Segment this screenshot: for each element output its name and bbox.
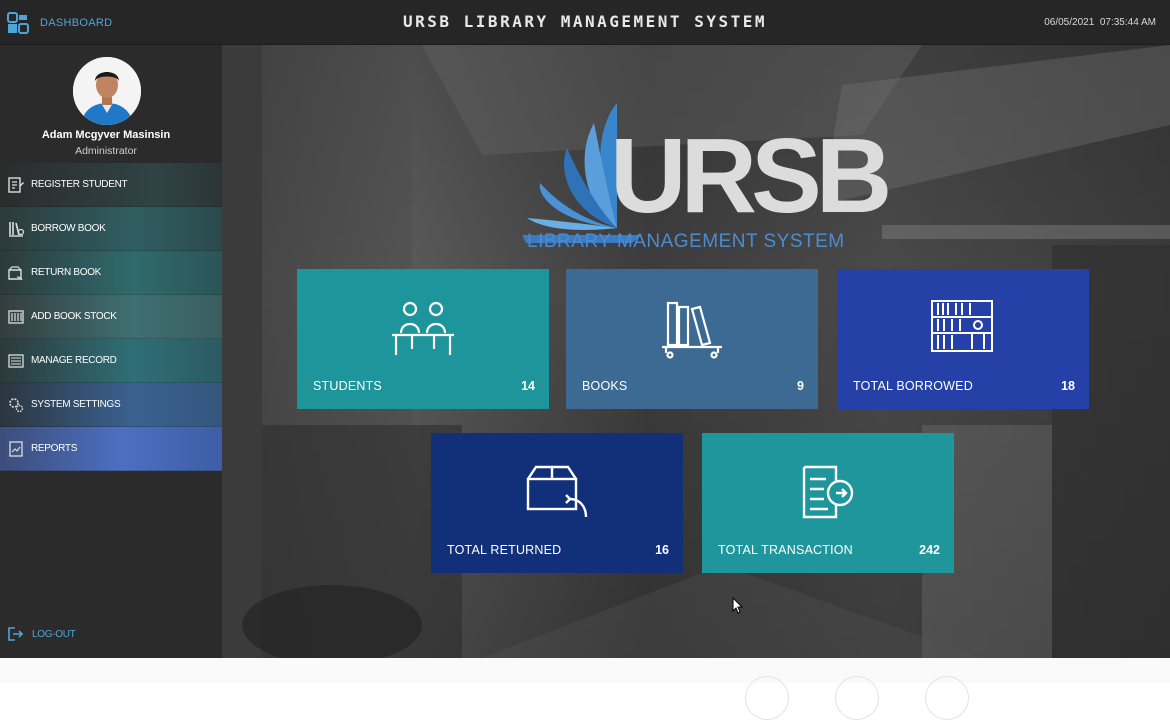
window-footer bbox=[0, 658, 1170, 720]
logo-subtitle: LIBRARY MANAGEMENT SYSTEM bbox=[527, 231, 845, 252]
time-text: 07:35:44 AM bbox=[1099, 17, 1156, 28]
sidebar-item-label: SYSTEM SETTINGS bbox=[31, 399, 121, 410]
return-book-icon bbox=[6, 263, 26, 283]
sidebar-item-label: REGISTER STUDENT bbox=[31, 179, 128, 190]
books-icon bbox=[660, 299, 724, 364]
logo-wordmark: URSB bbox=[610, 117, 892, 235]
tile-label: TOTAL TRANSACTION bbox=[718, 543, 853, 557]
tile-count: 9 bbox=[797, 379, 804, 393]
app-window: DASHBOARD URSB LIBRARY MANAGEMENT SYSTEM… bbox=[0, 0, 1170, 658]
tile-count: 14 bbox=[521, 379, 535, 393]
logout-label: LOG-OUT bbox=[32, 628, 76, 640]
date-text: 06/05/2021 bbox=[1044, 17, 1095, 28]
borrow-book-icon bbox=[6, 219, 26, 239]
sidebar-menu: REGISTER STUDENT BORROW BOOK RETURN BOOK… bbox=[0, 163, 222, 471]
tile-total-returned[interactable]: TOTAL RETURNED 16 bbox=[431, 433, 683, 573]
sidebar-item-register-student[interactable]: REGISTER STUDENT bbox=[0, 163, 222, 207]
tile-students[interactable]: STUDENTS 14 bbox=[297, 269, 549, 409]
sidebar-item-label: MANAGE RECORD bbox=[31, 355, 117, 366]
sidebar-item-label: RETURN BOOK bbox=[31, 267, 102, 278]
sidebar-item-label: BORROW BOOK bbox=[31, 223, 106, 234]
sidebar-item-borrow-book[interactable]: BORROW BOOK bbox=[0, 207, 222, 251]
register-icon bbox=[6, 175, 26, 195]
tile-books[interactable]: BOOKS 9 bbox=[566, 269, 818, 409]
sidebar-item-label: REPORTS bbox=[31, 443, 78, 454]
tile-label: STUDENTS bbox=[313, 379, 382, 393]
tile-total-borrowed[interactable]: TOTAL BORROWED 18 bbox=[837, 269, 1089, 409]
sidebar-item-system-settings[interactable]: SYSTEM SETTINGS bbox=[0, 383, 222, 427]
datetime: 06/05/2021 07:35:44 AM bbox=[1044, 17, 1156, 28]
tile-count: 242 bbox=[919, 543, 940, 557]
ursb-logo: URSB LIBRARY MANAGEMENT SYSTEM bbox=[522, 103, 892, 263]
avatar bbox=[73, 57, 141, 125]
return-box-icon bbox=[522, 463, 592, 528]
sidebar-item-add-book-stock[interactable]: ADD BOOK STOCK bbox=[0, 295, 222, 339]
tile-label: BOOKS bbox=[582, 379, 628, 393]
reports-icon bbox=[6, 439, 26, 459]
user-role: Administrator bbox=[75, 145, 137, 157]
sidebar-item-reports[interactable]: REPORTS bbox=[0, 427, 222, 471]
sidebar-item-manage-record[interactable]: MANAGE RECORD bbox=[0, 339, 222, 383]
transaction-icon bbox=[796, 463, 860, 528]
tile-label: TOTAL BORROWED bbox=[853, 379, 973, 393]
manage-record-icon bbox=[6, 351, 26, 371]
sidebar: Adam Mcgyver Masinsin Administrator REGI… bbox=[0, 45, 222, 658]
bookshelf-icon bbox=[930, 299, 996, 362]
add-stock-icon bbox=[6, 307, 26, 327]
tile-label: TOTAL RETURNED bbox=[447, 543, 562, 557]
tile-count: 16 bbox=[655, 543, 669, 557]
logout-icon bbox=[8, 627, 24, 641]
user-name: Adam Mcgyver Masinsin bbox=[41, 129, 171, 141]
sidebar-item-return-book[interactable]: RETURN BOOK bbox=[0, 251, 222, 295]
students-icon bbox=[388, 299, 458, 366]
sidebar-item-label: ADD BOOK STOCK bbox=[31, 311, 117, 322]
tile-count: 18 bbox=[1061, 379, 1075, 393]
app-title: URSB LIBRARY MANAGEMENT SYSTEM bbox=[403, 12, 767, 31]
top-bar: DASHBOARD URSB LIBRARY MANAGEMENT SYSTEM… bbox=[0, 0, 1170, 45]
mouse-cursor-icon bbox=[732, 597, 744, 614]
logout-button[interactable]: LOG-OUT bbox=[6, 625, 76, 643]
tile-total-transaction[interactable]: TOTAL TRANSACTION 242 bbox=[702, 433, 954, 573]
settings-icon bbox=[6, 395, 26, 415]
